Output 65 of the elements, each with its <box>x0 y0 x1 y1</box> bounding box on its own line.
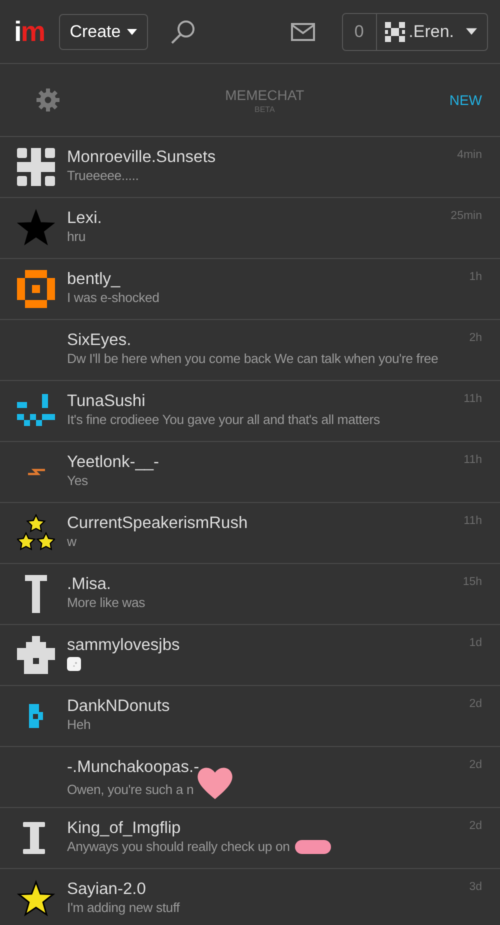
conversation-name: sammylovesjbs <box>67 635 181 655</box>
conversation-name: SixEyes. <box>67 330 132 350</box>
conversation-row[interactable]: Yeetlonk-__- Yes 11h <box>0 442 500 503</box>
conversation-row[interactable]: Monroeville.Sunsets Trueeeee..... 4min <box>0 137 500 198</box>
message-preview: I'm adding new stuff <box>67 899 180 916</box>
message-preview: Dw I'll be here when you come back We can talk when you're free <box>67 350 438 367</box>
conversation-row[interactable]: Sayian-2.0 I'm adding new stuff 3d <box>0 869 500 925</box>
message-preview: w <box>67 533 76 550</box>
message-preview: Yes <box>67 472 88 489</box>
message-time: 1d <box>469 636 482 649</box>
image-message-icon <box>67 657 81 671</box>
conversation-name: bently_ <box>67 269 122 289</box>
message-preview: Heh <box>67 716 91 733</box>
user-avatar-icon <box>384 22 405 42</box>
message-time: 15h <box>462 575 482 588</box>
message-time: 2d <box>469 697 482 710</box>
scribble-mark <box>294 840 331 854</box>
conversation-row[interactable]: sammylovesjbs 1d <box>0 625 500 686</box>
message-time: 2d <box>469 758 482 771</box>
conversation-row[interactable]: .Misa. More like was 15h <box>0 564 500 625</box>
conversation-name: Yeetlonk-__- <box>67 452 160 472</box>
conversation-name: DankNDonuts <box>67 696 171 716</box>
conversation-row[interactable]: TunaSushi It's fine crodieee You gave your all and that's all matters 11h <box>0 381 500 442</box>
message-preview: hru <box>67 228 86 245</box>
message-time: 1h <box>469 270 482 283</box>
message-time: 11h <box>464 514 482 527</box>
conversation-row[interactable]: bently_ I was e-shocked 1h <box>0 259 500 320</box>
message-time: 2h <box>469 331 482 344</box>
message-preview: More like was <box>67 594 146 611</box>
caret-icon <box>126 28 137 34</box>
new-chat-link[interactable]: NEW <box>449 92 482 108</box>
conversation-name: Sayian-2.0 <box>67 879 147 899</box>
conversation-name: CurrentSpeakerismRush <box>67 513 249 533</box>
conversation-name: Monroeville.Sunsets <box>67 147 217 167</box>
message-time: 4min <box>457 148 482 161</box>
conversation-name: King_of_Imgflip <box>67 818 182 838</box>
conversation-row[interactable]: SixEyes. Dw I'll be here when you come back We can talk when you're free 2h <box>0 320 500 381</box>
search-icon[interactable] <box>170 18 196 44</box>
message-time: 3d <box>469 880 482 893</box>
conversation-row[interactable]: Lexi. hru 25min <box>0 198 500 259</box>
caret-icon <box>466 28 477 35</box>
conversation-name: Lexi. <box>67 208 103 228</box>
message-time: 11h <box>464 392 482 405</box>
message-preview: I was e-shocked <box>67 289 160 306</box>
message-time: 2d <box>469 819 482 832</box>
conversation-row[interactable]: CurrentSpeakerismRush w 11h <box>0 503 500 564</box>
message-time: 11h <box>464 453 482 466</box>
message-preview: Trueeeee..... <box>67 167 139 184</box>
message-preview: Owen, you're such a n <box>67 780 194 798</box>
create-button[interactable]: Create <box>58 14 148 50</box>
mail-icon[interactable] <box>290 22 315 40</box>
message-time: 25min <box>450 209 482 222</box>
conversation-name: .Misa. <box>67 574 112 594</box>
notification-count[interactable]: 0 <box>342 14 377 50</box>
chat-title: MEMECHAT <box>225 86 304 102</box>
user-menu-button[interactable]: .Eren. <box>376 14 487 50</box>
conversation-name: TunaSushi <box>67 391 146 411</box>
message-preview: Anyways you should really check up on <box>67 838 290 855</box>
message-preview: It's fine crodieee You gave your all and that's all matters <box>67 411 380 428</box>
conversation-row[interactable]: -.Munchakoopas.- Owen, you're such a n 2d <box>0 747 500 808</box>
logo[interactable]: im <box>14 16 45 48</box>
conversation-row[interactable]: DankNDonuts Heh 2d <box>0 686 500 747</box>
conversation-name: -.Munchakoopas.- <box>67 757 200 777</box>
conversation-row[interactable]: King_of_Imgflip Anyways you should really check up on 2d <box>0 808 500 869</box>
settings-icon[interactable] <box>36 88 60 112</box>
